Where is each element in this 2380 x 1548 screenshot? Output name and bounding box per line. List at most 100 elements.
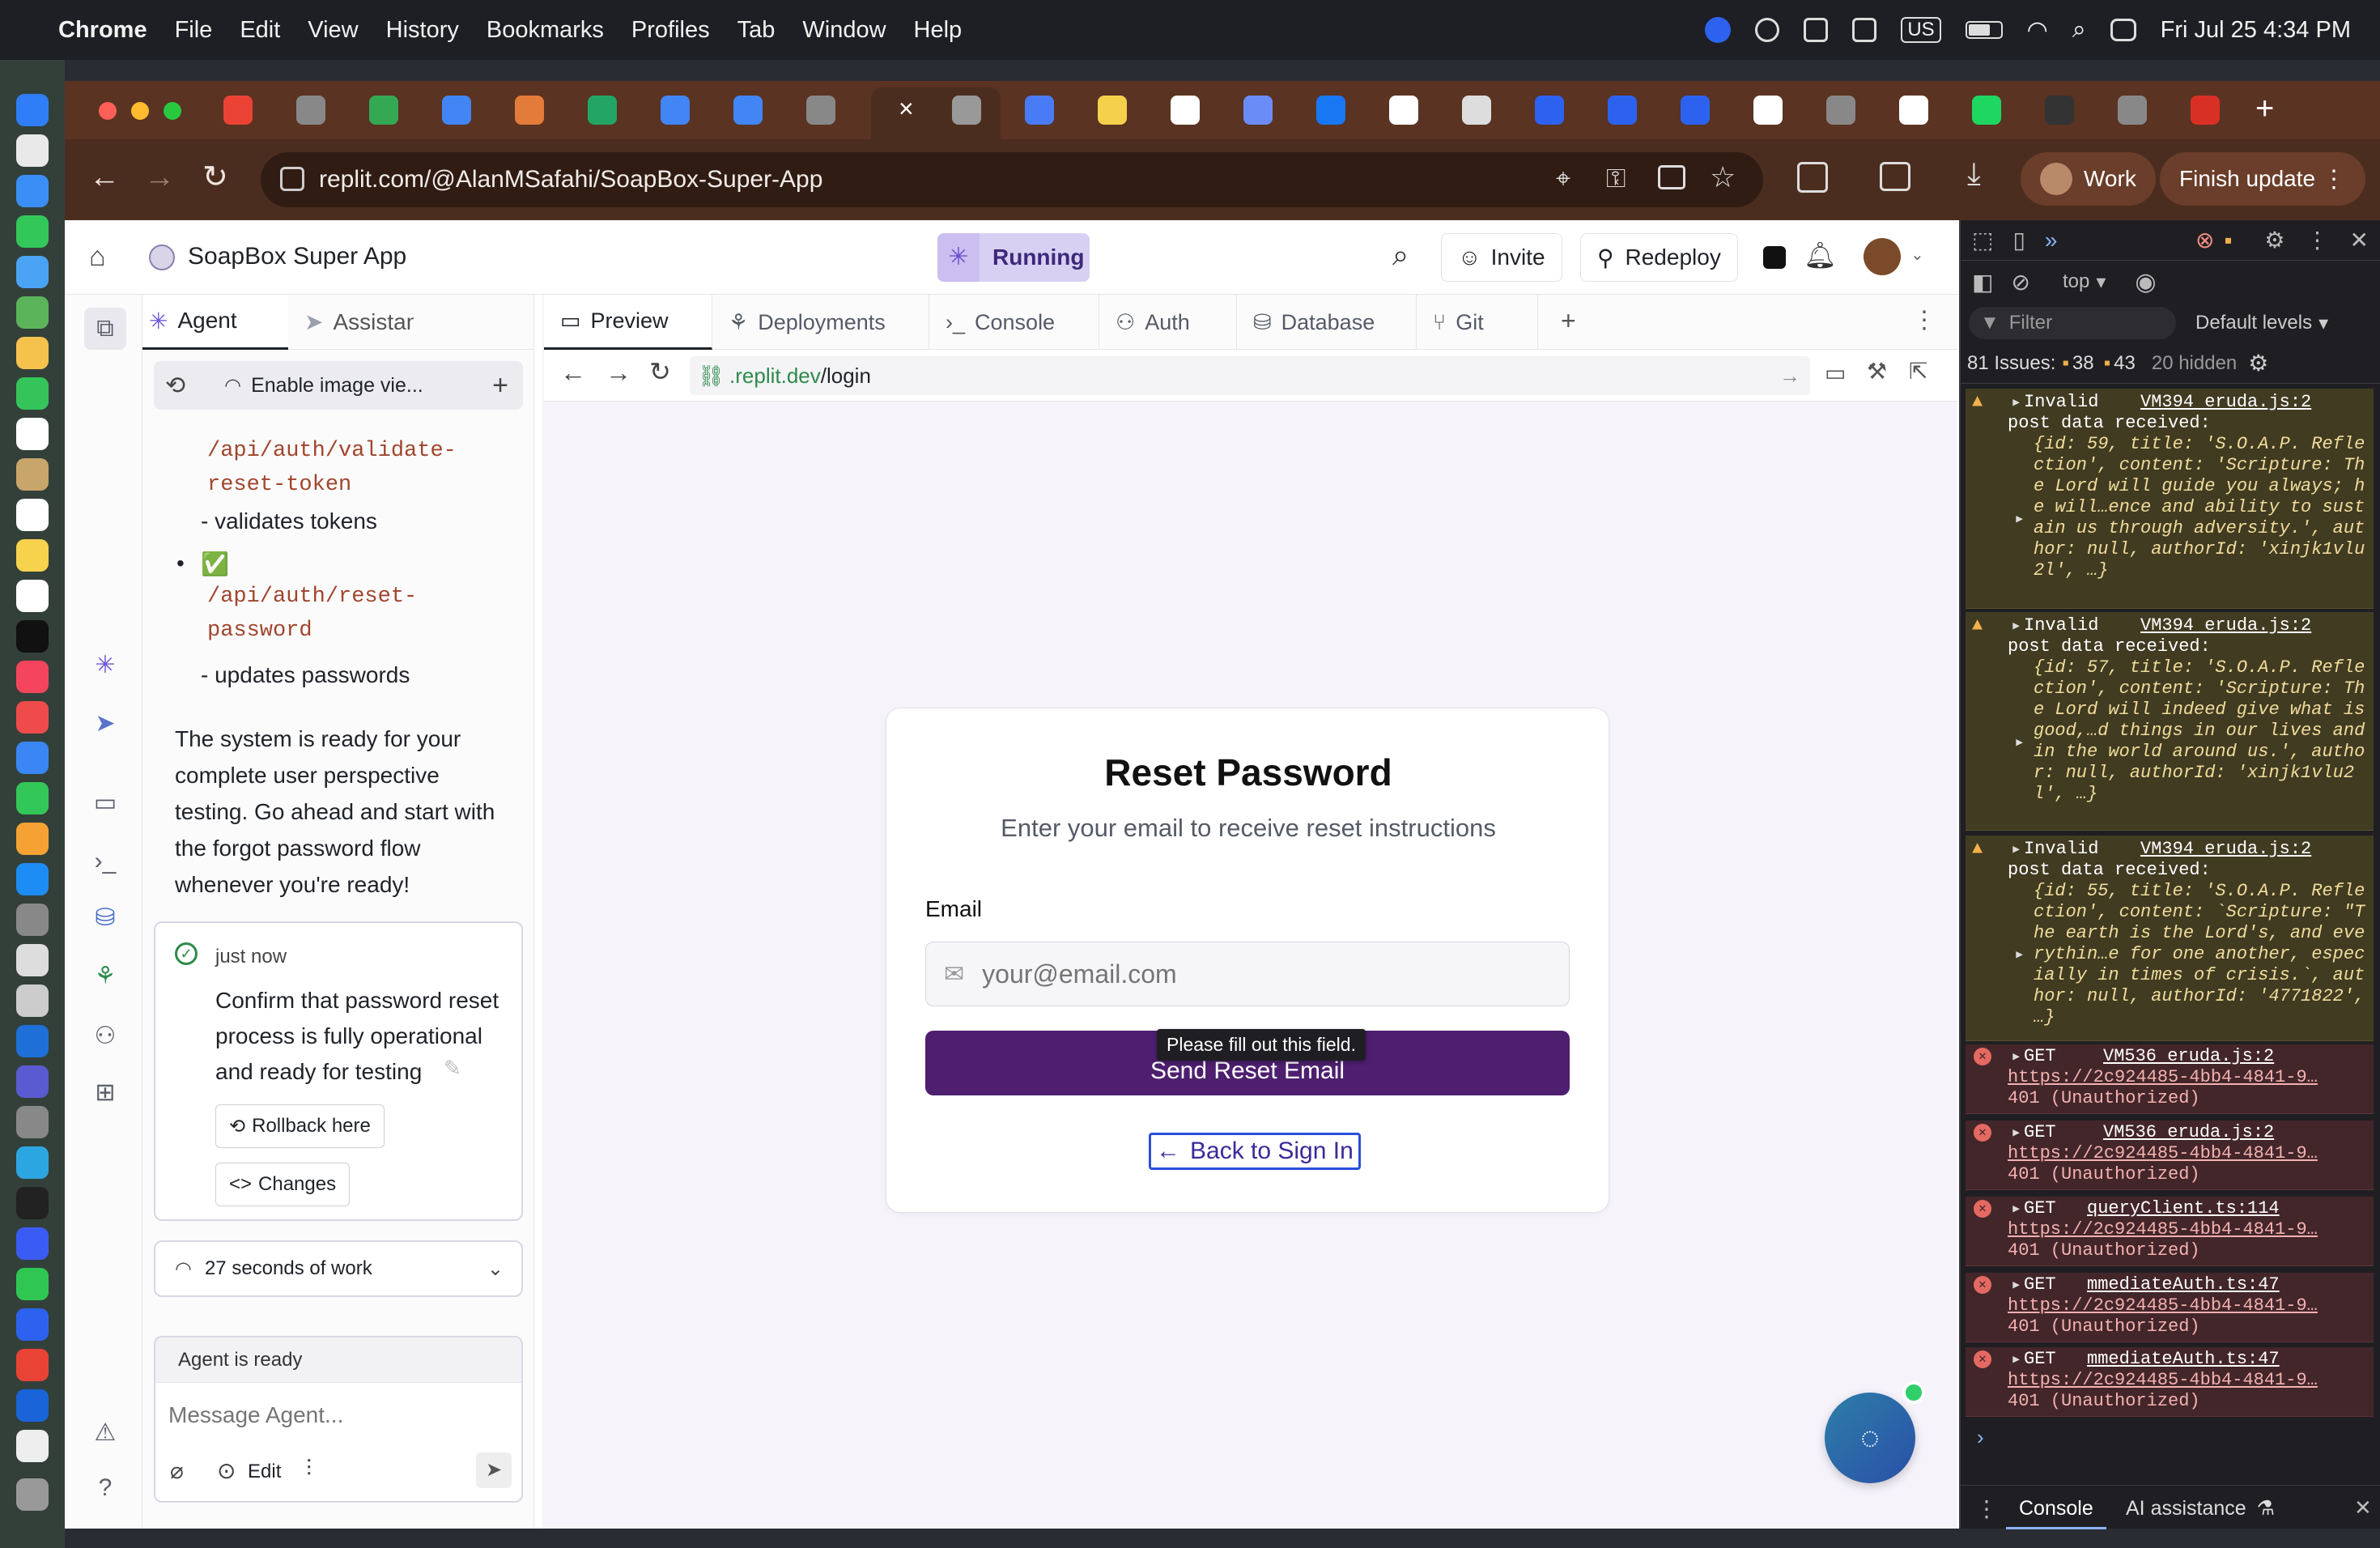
work-summary-dropdown[interactable]: ◠ 27 seconds of work ⌄ bbox=[154, 1240, 523, 1297]
console-error-1[interactable]: ✕ ▸ GET VM536 eruda.js:2 https://2c92448… bbox=[1966, 1044, 2374, 1114]
menu-profiles[interactable]: Profiles bbox=[631, 17, 710, 44]
menu-view[interactable]: View bbox=[308, 17, 358, 44]
google-tab-3[interactable] bbox=[1753, 96, 1783, 125]
system-settings-icon[interactable] bbox=[16, 904, 49, 936]
chat-fab-button[interactable]: ◌ bbox=[1825, 1393, 1915, 1483]
tab-orange[interactable] bbox=[515, 96, 544, 125]
password-manager-icon[interactable] bbox=[16, 1389, 49, 1422]
signal-icon[interactable] bbox=[16, 1227, 49, 1260]
error-count-icon[interactable]: ⊗ bbox=[2195, 227, 2214, 253]
context-selector[interactable]: top bbox=[2063, 270, 2089, 293]
email-input[interactable] bbox=[982, 959, 1517, 989]
more-panels-icon[interactable]: » bbox=[2045, 228, 2058, 253]
spotlight-search-icon[interactable]: ⌕ bbox=[2072, 16, 2086, 44]
warning-source-link[interactable]: VM394 eruda.js:2 bbox=[2140, 392, 2311, 412]
docs-tab-2[interactable] bbox=[661, 96, 690, 125]
password-key-icon[interactable]: ⚿ bbox=[1606, 164, 1626, 194]
run-status-button[interactable]: ✳ Running bbox=[937, 233, 1090, 282]
tab-search-icon[interactable] bbox=[1880, 162, 1910, 191]
launchpad-icon[interactable] bbox=[16, 134, 49, 167]
history-icon[interactable]: ⟲ bbox=[165, 372, 185, 400]
app-store-icon[interactable] bbox=[16, 863, 49, 895]
tab-assistant[interactable]: ➤ Assistant bbox=[288, 295, 414, 350]
downloads-icon[interactable]: ⤓ bbox=[1967, 157, 1981, 192]
edit-pencil-icon[interactable]: ✎ bbox=[444, 1056, 461, 1081]
all-tools-nav-icon[interactable]: ⊞ bbox=[91, 1078, 120, 1108]
safari-icon[interactable] bbox=[16, 175, 49, 207]
avatar-chevron-down-icon[interactable]: ⌄ bbox=[1910, 245, 1924, 265]
zoom-tab-3[interactable] bbox=[1681, 96, 1710, 125]
teams-icon[interactable] bbox=[16, 1065, 49, 1098]
reload-icon[interactable]: ↻ bbox=[202, 159, 228, 195]
keyboard-input-source[interactable]: US bbox=[1901, 17, 1941, 43]
numbers-icon[interactable] bbox=[16, 782, 49, 814]
google-tab-2[interactable] bbox=[1389, 96, 1418, 125]
news-icon[interactable] bbox=[16, 701, 49, 734]
spotify-tab[interactable] bbox=[1972, 96, 2001, 125]
invite-button[interactable]: ☺ Invite bbox=[1441, 233, 1562, 282]
preview-back-icon[interactable]: ← bbox=[560, 358, 586, 388]
zoom-tab-2[interactable] bbox=[1608, 96, 1637, 125]
console-error-3[interactable]: ✕ ▸ GET queryClient.ts:114 https://2c924… bbox=[1966, 1197, 2374, 1266]
window-zoom-button[interactable] bbox=[164, 102, 181, 120]
pages-icon[interactable] bbox=[16, 823, 49, 855]
error-url[interactable]: https://2c924485-4bb4-4841-9… bbox=[2008, 1219, 2318, 1240]
help-nav-icon[interactable]: ? bbox=[91, 1474, 120, 1503]
keynote-icon[interactable] bbox=[16, 742, 49, 774]
reminders-icon[interactable] bbox=[16, 499, 49, 531]
home-icon[interactable]: ⌂ bbox=[89, 241, 106, 273]
status-icon-4[interactable] bbox=[1852, 18, 1877, 42]
maps-icon[interactable] bbox=[16, 296, 49, 329]
tab-dark[interactable] bbox=[2045, 96, 2074, 125]
expand-triangle-icon[interactable]: ▸ bbox=[2011, 392, 2021, 413]
preview-url-field[interactable]: ⛓ .replit.dev /login → bbox=[690, 356, 1810, 395]
facebook-tab[interactable] bbox=[1316, 96, 1345, 125]
error-url[interactable]: https://2c924485-4bb4-4841-9… bbox=[2008, 1295, 2318, 1316]
preview-nav-icon[interactable]: ▭ bbox=[91, 789, 120, 818]
drive-tab[interactable] bbox=[369, 96, 398, 125]
database-nav-icon[interactable]: ⛁ bbox=[91, 904, 120, 933]
tab-database[interactable]: ⛁ Database bbox=[1237, 295, 1417, 350]
contacts-icon[interactable] bbox=[16, 458, 49, 491]
device-mode-icon[interactable]: ▯ bbox=[2012, 227, 2025, 253]
forward-arrow-icon[interactable]: → bbox=[144, 160, 175, 195]
calendar-icon[interactable] bbox=[16, 418, 49, 450]
go-arrow-icon[interactable]: → bbox=[1779, 364, 1800, 389]
expand-triangle-icon[interactable]: ▸ bbox=[2011, 1122, 2021, 1143]
tab-agent[interactable]: ✳ Agent bbox=[142, 294, 288, 350]
music-icon[interactable] bbox=[16, 661, 49, 693]
new-chat-icon[interactable]: + bbox=[492, 370, 508, 402]
inspect-element-icon[interactable]: ⬚ bbox=[1972, 227, 1993, 253]
app-icon[interactable] bbox=[16, 1146, 49, 1179]
outlook-icon[interactable] bbox=[16, 1025, 49, 1057]
google-tab-1[interactable] bbox=[1171, 96, 1200, 125]
finish-update-button[interactable]: Finish update ⋮ bbox=[2160, 152, 2365, 206]
window-minimize-button[interactable] bbox=[131, 102, 149, 120]
finder-icon[interactable] bbox=[16, 94, 49, 126]
preview-reload-icon[interactable]: ↻ bbox=[649, 356, 671, 387]
profile-button[interactable]: Work bbox=[2021, 152, 2156, 206]
agent-nav-icon[interactable]: ✳ bbox=[91, 651, 120, 680]
menu-bookmarks[interactable]: Bookmarks bbox=[487, 17, 604, 44]
wifi-icon[interactable]: ◠ bbox=[2027, 16, 2048, 45]
site-info-icon[interactable] bbox=[280, 167, 304, 191]
drawer-tab-console[interactable]: Console bbox=[2006, 1486, 2106, 1529]
warning-count-icon[interactable]: ▪ bbox=[2224, 228, 2232, 253]
address-bar-url[interactable]: replit.com/@AlanMSafahi/SoapBox-Super-Ap… bbox=[319, 166, 822, 194]
zoom-status-icon[interactable] bbox=[1705, 17, 1732, 43]
tab-red[interactable] bbox=[2191, 96, 2220, 125]
preview-app-icon[interactable] bbox=[16, 944, 49, 976]
add-tab-plus-icon[interactable]: + bbox=[1561, 306, 1576, 336]
expand-triangle-icon[interactable]: ▸ bbox=[2011, 839, 2021, 860]
live-expression-eye-icon[interactable]: ◉ bbox=[2135, 268, 2156, 296]
error-source-link[interactable]: queryClient.ts:114 bbox=[2087, 1198, 2280, 1218]
back-to-sign-in-link[interactable]: ← Back to Sign In bbox=[1149, 1133, 1361, 1170]
deployments-nav-icon[interactable]: ⚘ bbox=[91, 962, 120, 991]
notes-icon[interactable] bbox=[16, 539, 49, 572]
github-tab[interactable] bbox=[1462, 96, 1491, 125]
document-icon[interactable] bbox=[16, 1430, 49, 1462]
trash-icon[interactable] bbox=[16, 1478, 49, 1511]
message-input[interactable] bbox=[168, 1389, 508, 1441]
install-app-icon[interactable] bbox=[1658, 165, 1685, 189]
devtools-wrench-icon[interactable]: ⚒ bbox=[1867, 358, 1887, 385]
